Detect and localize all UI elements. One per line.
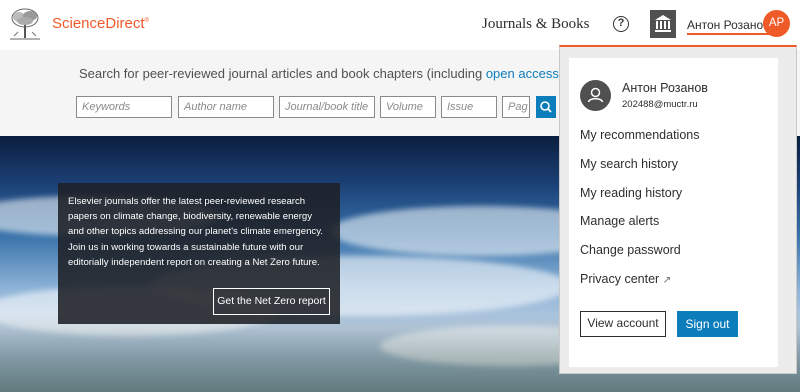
change-password-link[interactable]: Change password bbox=[580, 243, 681, 257]
keywords-input[interactable]: Keywords bbox=[76, 96, 172, 118]
institution-icon[interactable] bbox=[650, 10, 676, 38]
person-icon bbox=[587, 87, 604, 103]
manage-alerts-link[interactable]: Manage alerts bbox=[580, 214, 659, 228]
my-search-history-link[interactable]: My search history bbox=[580, 157, 678, 171]
pages-input[interactable]: Pag bbox=[502, 96, 530, 118]
search-button[interactable] bbox=[536, 96, 556, 118]
help-icon[interactable]: ? bbox=[613, 16, 629, 32]
privacy-center-label: Privacy center bbox=[580, 272, 660, 286]
volume-input[interactable]: Volume bbox=[380, 96, 436, 118]
author-name-input[interactable]: Author name bbox=[178, 96, 274, 118]
net-zero-promo-card: Elsevier journals offer the latest peer-… bbox=[58, 183, 340, 324]
dropdown-user-email: 202488@muctr.ru bbox=[622, 99, 698, 110]
elsevier-tree-logo-icon[interactable] bbox=[6, 6, 44, 42]
my-reading-history-link[interactable]: My reading history bbox=[580, 186, 682, 200]
privacy-center-link[interactable]: Privacy center ↗ bbox=[580, 272, 671, 286]
my-recommendations-link[interactable]: My recommendations bbox=[580, 128, 700, 142]
sciencedirect-logo[interactable]: ScienceDirect® bbox=[52, 15, 149, 32]
account-dropdown: Антон Розанов 202488@muctr.ru My recomme… bbox=[569, 58, 778, 367]
promo-text: Elsevier journals offer the latest peer-… bbox=[68, 196, 323, 268]
tagline-text: Search for peer-reviewed journal article… bbox=[79, 66, 486, 81]
net-zero-report-button[interactable]: Get the Net Zero report bbox=[213, 288, 330, 315]
external-link-icon: ↗ bbox=[662, 275, 672, 286]
issue-input[interactable]: Issue bbox=[441, 96, 497, 118]
search-icon bbox=[540, 101, 552, 113]
user-avatar[interactable]: AP bbox=[763, 10, 790, 37]
dropdown-user-name: Антон Розанов bbox=[622, 81, 708, 95]
search-tagline: Search for peer-reviewed journal article… bbox=[79, 66, 601, 81]
sign-out-button[interactable]: Sign out bbox=[677, 311, 738, 337]
journals-books-link[interactable]: Journals & Books bbox=[482, 16, 590, 33]
user-menu-name[interactable]: Антон Розанов bbox=[687, 18, 770, 35]
profile-avatar-icon bbox=[580, 80, 611, 111]
site-header: ScienceDirect® Journals & Books ? Антон … bbox=[0, 0, 800, 50]
institution-building-icon bbox=[655, 15, 671, 32]
journal-book-title-input[interactable]: Journal/book title bbox=[279, 96, 375, 118]
view-account-button[interactable]: View account bbox=[580, 311, 666, 337]
open-access-link[interactable]: open access bbox=[486, 66, 559, 81]
